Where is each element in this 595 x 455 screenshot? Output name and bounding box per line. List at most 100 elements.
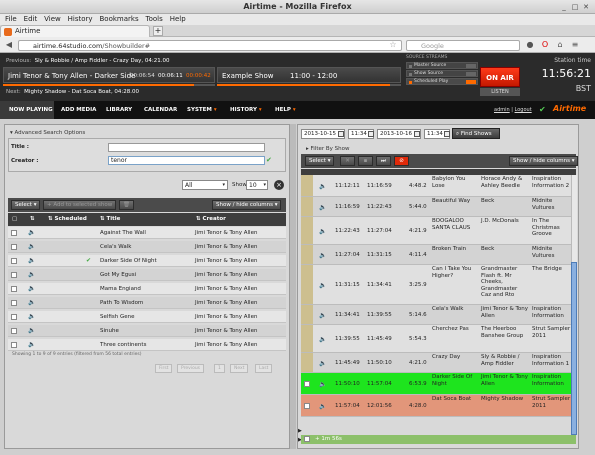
speaker-icon[interactable]: 🔈 bbox=[28, 271, 35, 278]
speaker-icon[interactable]: 🔈 bbox=[319, 183, 326, 190]
speaker-icon[interactable]: 🔈 bbox=[28, 299, 35, 306]
maximize-icon[interactable]: □ bbox=[571, 3, 579, 11]
schedule-row[interactable]: 🔈 11:27:04 11:31:15 4:11.4 Broken Train Beck M… bbox=[301, 245, 571, 265]
row-checkbox[interactable] bbox=[11, 286, 17, 292]
pager-last[interactable]: Last bbox=[255, 364, 273, 373]
sort-icon[interactable]: ⇅ bbox=[30, 216, 35, 222]
calendar-icon[interactable] bbox=[414, 131, 420, 137]
clock-icon[interactable] bbox=[444, 131, 450, 137]
schedule-row[interactable]: 🔈 11:22:43 11:27:04 4:21.9 BOOGALOO SANTA CL… bbox=[301, 217, 571, 245]
pager-next[interactable]: Next bbox=[230, 364, 249, 373]
toggle-switch[interactable] bbox=[466, 72, 476, 76]
table-row[interactable]: 🔈 Path To Wisdom Jimi Tenor & Tony Allen bbox=[8, 297, 286, 309]
cancel-show-button[interactable]: ⊘ bbox=[394, 156, 409, 166]
speaker-icon[interactable]: 🔈 bbox=[28, 229, 35, 236]
row-checkbox[interactable] bbox=[11, 230, 17, 236]
table-row[interactable]: 🔈 Three continents Jimi Tenor & Tony Allen bbox=[8, 339, 286, 351]
row-checkbox[interactable] bbox=[304, 380, 310, 387]
speaker-icon[interactable]: 🔈 bbox=[319, 204, 326, 211]
scrollbar-thumb[interactable] bbox=[571, 262, 577, 435]
schedule-select-button[interactable]: Select ▾ bbox=[305, 156, 335, 166]
speaker-icon[interactable]: 🔈 bbox=[319, 252, 326, 259]
row-checkbox[interactable] bbox=[11, 272, 17, 278]
user-link[interactable]: admin bbox=[494, 107, 510, 113]
panel-splitter[interactable] bbox=[290, 124, 296, 449]
row-checkbox[interactable] bbox=[11, 258, 17, 264]
speaker-icon[interactable]: 🔈 bbox=[28, 313, 35, 320]
creator-field[interactable]: tenor bbox=[108, 156, 265, 165]
delete-button[interactable]: ▪ bbox=[358, 156, 373, 166]
url-bar[interactable]: airtime.64studio.com/Showbuilder# bbox=[18, 40, 402, 51]
nav-calendar[interactable]: CALENDAR bbox=[144, 107, 177, 113]
delete-button[interactable]: 🗑 bbox=[119, 200, 134, 210]
back-arrow-icon[interactable]: ◀ bbox=[4, 40, 14, 50]
schedule-row[interactable]: 🔈 11:39:55 11:45:49 5:54.3 Cherchez Pas The H… bbox=[301, 325, 571, 353]
schedule-row[interactable]: 🔈 11:34:41 11:39:55 5:14.6 Cela's Walk Jimi T… bbox=[301, 305, 571, 325]
bookmark-star-icon[interactable]: ☆ bbox=[388, 40, 398, 50]
speaker-icon[interactable]: 🔈 bbox=[319, 403, 326, 410]
schedule-columns-button[interactable]: Show / hide columns ▾ bbox=[509, 156, 579, 166]
speaker-icon[interactable]: 🔈 bbox=[28, 341, 35, 348]
table-row[interactable]: 🔈 ✔ Darker Side Of Night Jimi Tenor & Tony … bbox=[8, 255, 286, 267]
scheduled-play-row[interactable]: Scheduled Play bbox=[406, 78, 478, 85]
menu-help[interactable]: Help bbox=[170, 14, 186, 25]
remove-button[interactable]: ✕ bbox=[340, 156, 355, 166]
nav-library[interactable]: LIBRARY bbox=[106, 107, 132, 113]
toggle-switch[interactable] bbox=[466, 64, 476, 68]
row-checkbox[interactable] bbox=[304, 436, 310, 442]
pager-page-1[interactable]: 1 bbox=[214, 364, 225, 373]
logout-link[interactable]: Logout bbox=[515, 107, 532, 113]
show-count-select[interactable]: 10 ▾ bbox=[246, 180, 268, 190]
speaker-icon[interactable]: 🔈 bbox=[319, 381, 326, 388]
pager-first[interactable]: First bbox=[155, 364, 173, 373]
speaker-icon[interactable]: 🔈 bbox=[319, 360, 326, 367]
title-field[interactable] bbox=[108, 143, 265, 152]
listen-button[interactable]: LISTEN bbox=[480, 88, 520, 96]
speaker-icon[interactable]: 🔈 bbox=[28, 243, 35, 250]
speaker-icon[interactable]: 🔈 bbox=[28, 285, 35, 292]
nav-now-playing[interactable]: NOW PLAYING bbox=[9, 107, 53, 113]
find-shows-button[interactable]: ⌕ Find Shows bbox=[452, 128, 500, 139]
schedule-row[interactable]: 🔈 11:16:59 11:22:43 5:44.0 Beautiful Way Beck… bbox=[301, 197, 571, 217]
column-creator[interactable]: ⇅ Creator bbox=[196, 216, 226, 222]
jump-to-current-button[interactable]: ⏭ bbox=[376, 156, 391, 166]
menu-file[interactable]: File bbox=[5, 14, 17, 25]
row-checkbox[interactable] bbox=[11, 300, 17, 306]
menu-edit[interactable]: Edit bbox=[24, 14, 38, 25]
table-row[interactable]: 🔈 Against The Wall Jimi Tenor & Tony Allen bbox=[8, 227, 286, 239]
master-source-row[interactable]: Master Source bbox=[406, 62, 478, 69]
nav-history[interactable]: HISTORY ▾ bbox=[230, 107, 262, 113]
close-icon[interactable]: ✕ bbox=[582, 3, 590, 11]
row-checkbox[interactable] bbox=[11, 342, 17, 348]
nav-system[interactable]: SYSTEM ▾ bbox=[187, 107, 217, 113]
schedule-row[interactable]: 🔈 11:12:11 11:16:59 4:48.2 Babylon You Lose H… bbox=[301, 175, 571, 197]
column-title[interactable]: ⇅ Title bbox=[100, 216, 120, 222]
clock-icon[interactable] bbox=[368, 131, 374, 137]
menu-bookmarks[interactable]: Bookmarks bbox=[100, 14, 139, 25]
minimize-icon[interactable]: _ bbox=[560, 3, 568, 11]
schedule-row[interactable]: 🔈 11:45:49 11:50:10 4:21.0 Crazy Day Sly & Ro… bbox=[301, 353, 571, 373]
table-row[interactable]: 🔈 Sinuhe Jimi Tenor & Tony Allen bbox=[8, 325, 286, 337]
toggle-switch[interactable] bbox=[466, 80, 476, 84]
table-row[interactable]: 🔈 Got My Egusi Jimi Tenor & Tony Allen bbox=[8, 269, 286, 281]
table-row[interactable]: 🔈 Cela's Walk Jimi Tenor & Tony Allen bbox=[8, 241, 286, 253]
filter-by-show-toggle[interactable]: ▸ Filter By Show bbox=[306, 146, 350, 152]
library-columns-button[interactable]: Show / hide columns ▾ bbox=[212, 200, 282, 210]
search-input[interactable]: Google bbox=[406, 40, 520, 51]
menu-view[interactable]: View bbox=[44, 14, 61, 25]
advanced-search-toggle[interactable]: ▾ Advanced Search Options bbox=[10, 130, 85, 136]
library-select-button[interactable]: Select ▾ bbox=[11, 200, 41, 210]
browser-tab[interactable]: Airtime bbox=[0, 25, 150, 37]
table-row[interactable]: 🔈 Mama Engiand Jimi Tenor & Tony Allen bbox=[8, 283, 286, 295]
clear-filter-button[interactable]: × bbox=[274, 180, 284, 190]
speaker-icon[interactable]: 🔈 bbox=[319, 312, 326, 319]
home-icon[interactable]: ⌂ bbox=[555, 40, 565, 50]
show-source-row[interactable]: Show Source bbox=[406, 70, 478, 77]
speaker-icon[interactable]: 🔈 bbox=[319, 336, 326, 343]
column-scheduled[interactable]: ⇅ Scheduled bbox=[48, 216, 87, 222]
header-checkbox[interactable]: ▢ bbox=[12, 216, 17, 222]
schedule-row[interactable]: 🔈 11:31:15 11:34:41 3:25.9 Can I Take You Hi… bbox=[301, 265, 571, 305]
menu-history[interactable]: History bbox=[68, 14, 93, 25]
speaker-icon[interactable]: 🔈 bbox=[319, 282, 326, 289]
add-to-show-button[interactable]: + Add to selected show bbox=[43, 200, 117, 210]
